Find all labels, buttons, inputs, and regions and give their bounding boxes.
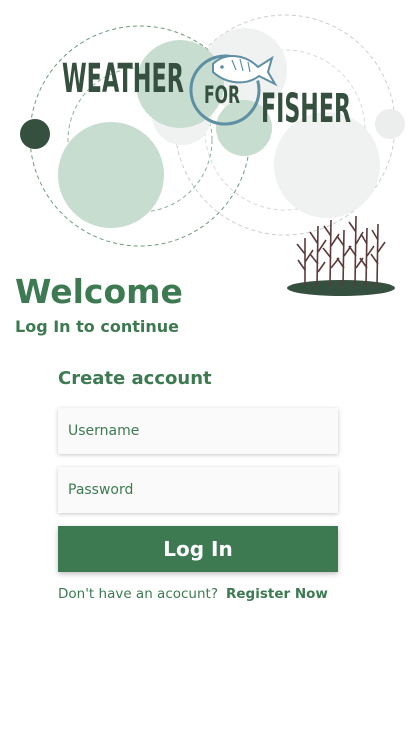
form-title: Create account	[58, 368, 212, 389]
hero-illustration: WEATHER FOR FISHER	[20, 14, 405, 296]
password-input[interactable]	[58, 467, 338, 513]
welcome-title: Welcome	[15, 272, 183, 311]
reeds-illustration	[287, 215, 395, 296]
welcome-subtitle: Log In to continue	[15, 317, 179, 336]
green-circle-bottom	[58, 122, 164, 228]
username-input[interactable]	[58, 408, 338, 454]
logo-word-for: FOR	[204, 81, 240, 109]
register-now-link[interactable]: Register Now	[226, 586, 328, 602]
dark-dot	[20, 119, 50, 149]
register-row: Don't have an acocunt? Register Now	[58, 586, 338, 602]
logo-word-weather: WEATHER	[62, 56, 184, 102]
login-button[interactable]: Log In	[58, 526, 338, 572]
gray-dot	[375, 109, 405, 139]
no-account-text: Don't have an acocunt?	[58, 586, 218, 602]
logo-word-fisher: FISHER	[261, 86, 351, 132]
login-form: Create account Log In Don't have an acoc…	[58, 366, 338, 602]
